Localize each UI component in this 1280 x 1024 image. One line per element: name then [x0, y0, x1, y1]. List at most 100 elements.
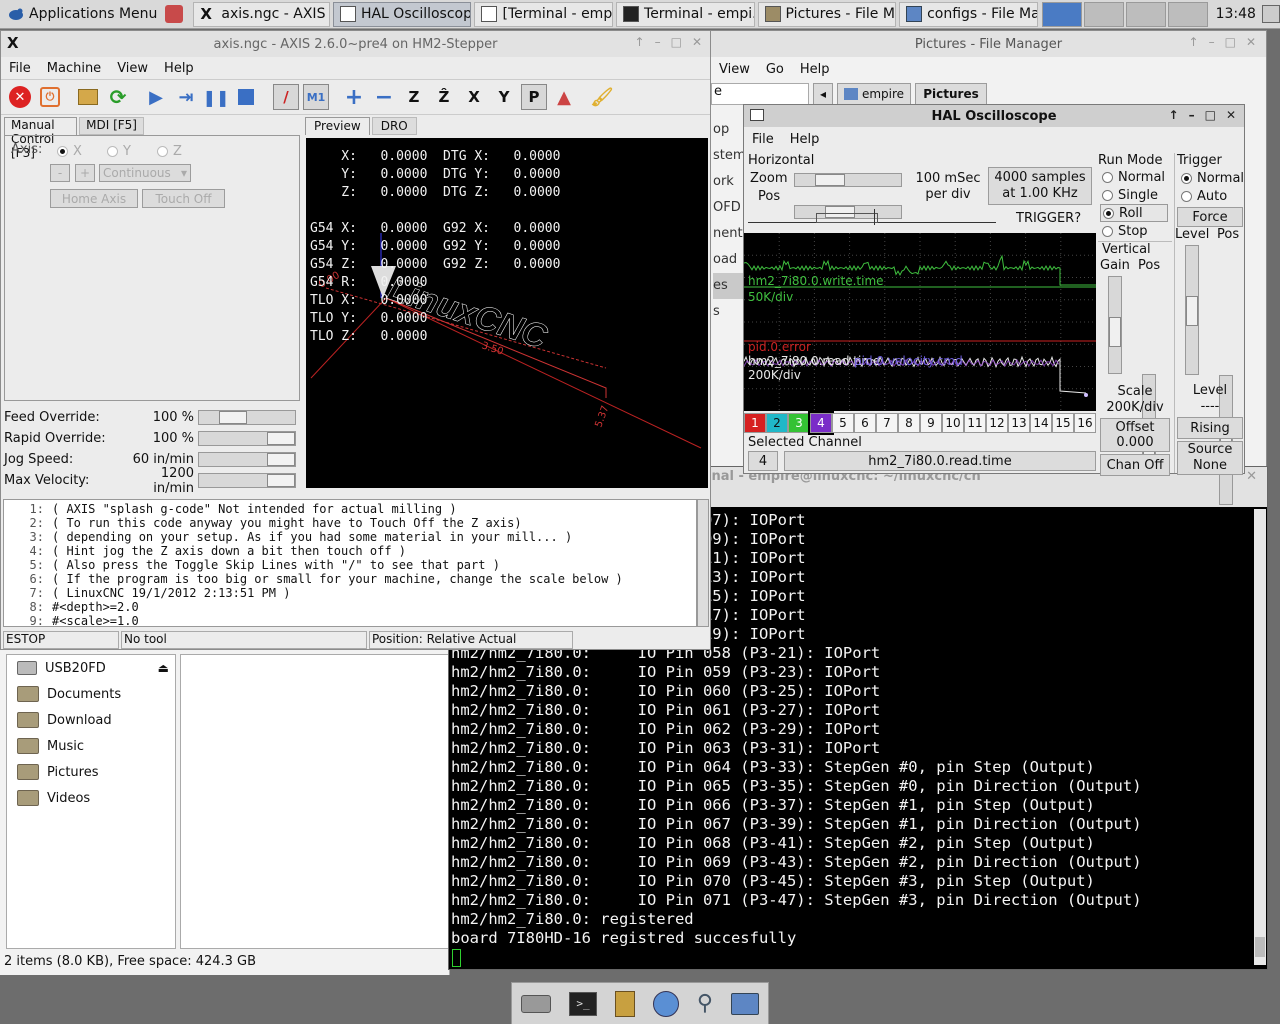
axis-radio-z[interactable]: Z	[157, 142, 182, 160]
view-z2-button[interactable]: Ẑ	[431, 84, 457, 110]
workspace-4[interactable]	[1168, 2, 1208, 27]
channel-button-2[interactable]: 2	[766, 413, 788, 433]
skip-lines-button[interactable]: /	[273, 84, 299, 110]
chan-off-button[interactable]: Chan Off	[1100, 454, 1170, 476]
maximize-icon[interactable]: □	[1225, 35, 1236, 49]
axis-radio-x[interactable]: X	[57, 142, 82, 160]
eject-icon[interactable]: ⏏	[158, 661, 169, 675]
force-button[interactable]: Force	[1177, 207, 1243, 227]
channel-button-8[interactable]: 8	[898, 413, 920, 433]
trigger-normal[interactable]: Normal	[1181, 169, 1244, 187]
menu-help[interactable]: Help	[782, 132, 828, 147]
view-z-button[interactable]: Z	[401, 84, 427, 110]
gcode-line[interactable]: 8: #<depth>=2.0	[4, 600, 696, 614]
channel-button-12[interactable]: 12	[986, 413, 1008, 433]
workspace-3[interactable]	[1126, 2, 1166, 27]
tab-manual-control[interactable]: Manual Control [F3]	[4, 117, 77, 135]
override-slider[interactable]	[198, 431, 296, 446]
menu-view[interactable]: View	[109, 61, 156, 76]
minimize-icon[interactable]: –	[1189, 108, 1195, 122]
gcode-line[interactable]: 7:( LinuxCNC 19/1/2012 2:13:51 PM )	[4, 586, 696, 600]
axis-radio-y[interactable]: Y	[107, 142, 131, 160]
tab-mdi[interactable]: MDI [F5]	[79, 117, 144, 135]
minimize-icon[interactable]: –	[655, 35, 661, 49]
sidebar-item-documents[interactable]: Documents	[7, 681, 175, 707]
gcode-line[interactable]: 2: ( To run this code anyway you might ha…	[4, 516, 696, 530]
scope-display[interactable]: hm2_7i80.0.write.time50K/divpid.0.errorh…	[744, 233, 1096, 411]
close-icon[interactable]: ✕	[1246, 35, 1256, 49]
sidebar-item-pictures[interactable]: Pictures	[7, 759, 175, 785]
channel-button-7[interactable]: 7	[876, 413, 898, 433]
terminal-scrollbar[interactable]	[1254, 509, 1266, 965]
channel-button-4[interactable]: 4	[810, 413, 832, 433]
workspace-2[interactable]	[1084, 2, 1124, 27]
trigger-auto[interactable]: Auto	[1181, 187, 1227, 205]
scope-titlebar[interactable]: HAL Oscilloscope ↑ – □ ✕	[744, 105, 1244, 127]
gcode-line[interactable]: 9: #<scale>=1.0	[4, 614, 696, 628]
preview-canvas[interactable]: LinuxCNC 3.50 5.37 0.00 X: 0.0000 DTG X:…	[306, 138, 708, 488]
tab-dro[interactable]: DRO	[372, 117, 417, 135]
menu-view[interactable]: View	[711, 62, 758, 77]
open-file-button[interactable]	[75, 84, 101, 110]
pin-icon[interactable]: ↑	[1169, 108, 1179, 122]
stop-button[interactable]	[233, 84, 259, 110]
override-slider[interactable]	[198, 473, 296, 488]
logout-icon[interactable]	[165, 5, 183, 23]
terminal-icon[interactable]: >_	[569, 992, 597, 1016]
slider-knob[interactable]	[219, 411, 247, 424]
source-button[interactable]: Source None	[1177, 441, 1243, 475]
menu-help[interactable]: Help	[792, 62, 838, 77]
trigger-level-slider[interactable]	[1185, 245, 1199, 375]
channel-button-16[interactable]: 16	[1074, 413, 1096, 433]
path-empire[interactable]: empire	[837, 83, 911, 105]
run-mode-roll[interactable]: Roll	[1100, 204, 1168, 222]
slider-knob[interactable]	[1109, 317, 1121, 347]
channel-button-10[interactable]: 10	[942, 413, 964, 433]
gcode-listing[interactable]: 1: ( AXIS "splash g-code" Not intended fo…	[3, 499, 697, 627]
gcode-line[interactable]: 5:( Also press the Toggle Skip Lines wit…	[4, 558, 696, 572]
pin-icon[interactable]: ↑	[1189, 35, 1199, 49]
clock[interactable]: 13:48	[1216, 6, 1256, 22]
close-icon[interactable]: ✕	[1226, 108, 1236, 122]
task-axis[interactable]: X axis.ngc - AXIS ...	[193, 2, 330, 27]
view-p-button[interactable]: P	[521, 84, 547, 110]
gcode-line[interactable]: 6: ( If the program is too big or small f…	[4, 572, 696, 586]
edge-button[interactable]: Rising	[1177, 417, 1243, 439]
slider-knob[interactable]	[267, 453, 295, 466]
axis-titlebar[interactable]: X axis.ngc - AXIS 2.6.0~pre4 on HM2-Step…	[1, 31, 710, 57]
channel-button-6[interactable]: 6	[854, 413, 876, 433]
override-slider[interactable]	[198, 452, 296, 467]
estop-button[interactable]: ✕	[7, 84, 33, 110]
minimize-icon[interactable]: –	[1209, 35, 1215, 49]
task-terminal-1[interactable]: [Terminal - emp...	[474, 2, 613, 27]
web-browser-icon[interactable]	[653, 991, 679, 1017]
samples-button[interactable]: 4000 samples at 1.00 KHz	[988, 167, 1092, 205]
sidebar-item-videos[interactable]: Videos	[7, 785, 175, 811]
sidebar-item-usb20fd[interactable]: USB20FD ⏏	[7, 655, 175, 681]
view-x-button[interactable]: X	[461, 84, 487, 110]
close-icon[interactable]: ✕	[1246, 469, 1257, 484]
gcode-line[interactable]: 4: ( Hint jog the Z axis down a bit then …	[4, 544, 696, 558]
home-axis-button[interactable]: Home Axis	[50, 189, 138, 208]
close-icon[interactable]: ✕	[692, 35, 702, 49]
menu-file[interactable]: File	[744, 132, 782, 147]
menu-go[interactable]: Go	[758, 62, 792, 77]
channel-button-9[interactable]: 9	[920, 413, 942, 433]
rotate-view-button[interactable]: ▲	[551, 84, 577, 110]
menu-file[interactable]: File	[1, 61, 39, 76]
sidebar-item-download[interactable]: Download	[7, 707, 175, 733]
channel-button-1[interactable]: 1	[744, 413, 766, 433]
channel-button-13[interactable]: 13	[1008, 413, 1030, 433]
zoom-in-button[interactable]: +	[341, 84, 367, 110]
view-y-button[interactable]: Y	[491, 84, 517, 110]
task-configs-file-manager[interactable]: configs - File Ma...	[899, 2, 1038, 27]
drive-icon[interactable]	[521, 995, 551, 1013]
search-icon[interactable]: ⚲	[697, 991, 713, 1016]
file-list-pane[interactable]	[180, 654, 450, 949]
trigger-position-bar[interactable]	[748, 215, 996, 223]
zoom-out-button[interactable]: −	[371, 84, 397, 110]
slider-knob[interactable]	[815, 174, 845, 186]
channel-button-5[interactable]: 5	[832, 413, 854, 433]
jog-minus-button[interactable]: -	[50, 164, 70, 182]
folder-icon[interactable]	[731, 993, 759, 1015]
